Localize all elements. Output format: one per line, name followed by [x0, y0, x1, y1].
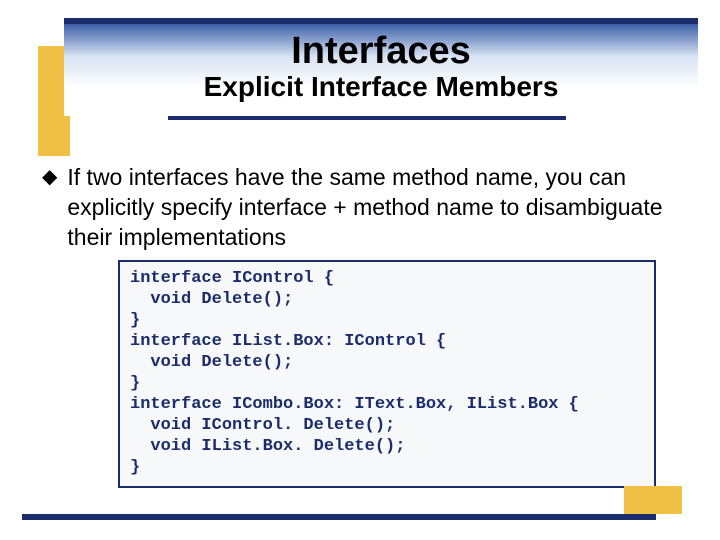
accent-block-right — [624, 486, 682, 514]
bullet-text: If two interfaces have the same method n… — [67, 162, 680, 252]
bullet-item: ◆ If two interfaces have the same method… — [42, 162, 680, 252]
subtitle-underline — [168, 116, 566, 120]
slide-title: Interfaces — [291, 30, 471, 73]
code-example-box: interface IControl { void Delete(); } in… — [118, 260, 656, 488]
bottom-divider — [22, 514, 656, 520]
slide-subtitle: Explicit Interface Members — [204, 71, 559, 103]
code-content: interface IControl { void Delete(); } in… — [130, 268, 644, 478]
bullet-icon: ◆ — [42, 162, 57, 192]
title-band: Interfaces Explicit Interface Members — [64, 24, 698, 116]
